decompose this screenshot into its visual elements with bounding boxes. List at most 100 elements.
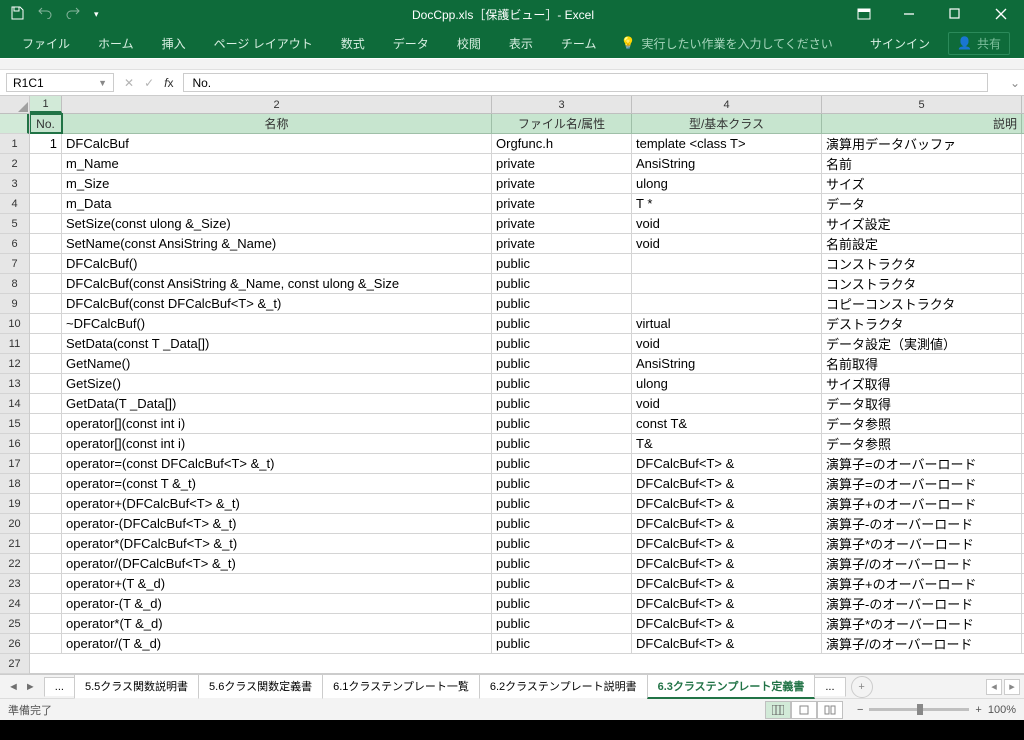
cell[interactable] bbox=[30, 514, 62, 533]
row-header[interactable]: 10 bbox=[0, 314, 29, 334]
cell[interactable]: DFCalcBuf(const AnsiString &_Name, const… bbox=[62, 274, 492, 293]
cell[interactable] bbox=[30, 574, 62, 593]
row-header[interactable]: 12 bbox=[0, 354, 29, 374]
sheet-tab-overflow-right[interactable]: ... bbox=[814, 677, 845, 697]
name-box[interactable]: R1C1 ▼ bbox=[6, 73, 114, 92]
cell[interactable]: GetName() bbox=[62, 354, 492, 373]
undo-icon[interactable] bbox=[38, 7, 52, 22]
cell[interactable] bbox=[632, 254, 822, 273]
cell[interactable]: m_Size bbox=[62, 174, 492, 193]
cell[interactable]: データ参照 bbox=[822, 414, 1022, 433]
tab-file[interactable]: ファイル bbox=[8, 28, 84, 58]
cell-header-type[interactable]: 型/基本クラス bbox=[632, 114, 822, 133]
expand-formula-icon[interactable]: ⌄ bbox=[1006, 70, 1024, 95]
row-header[interactable]: 7 bbox=[0, 254, 29, 274]
cell[interactable]: operator[](const int i) bbox=[62, 414, 492, 433]
cell[interactable] bbox=[30, 234, 62, 253]
formula-input[interactable]: No. bbox=[183, 73, 988, 92]
add-sheet-button[interactable]: + bbox=[851, 676, 873, 698]
tab-pagelayout[interactable]: ページ レイアウト bbox=[200, 28, 327, 58]
column-header[interactable]: 4 bbox=[632, 96, 822, 113]
cell[interactable] bbox=[30, 294, 62, 313]
cell[interactable]: データ bbox=[822, 194, 1022, 213]
cell[interactable]: 名前取得 bbox=[822, 354, 1022, 373]
cell[interactable] bbox=[30, 454, 62, 473]
fx-icon[interactable]: fx bbox=[164, 76, 173, 90]
cell[interactable]: public bbox=[492, 594, 632, 613]
cell[interactable]: public bbox=[492, 634, 632, 653]
row-header[interactable]: 27 bbox=[0, 654, 29, 674]
cell[interactable]: デストラクタ bbox=[822, 314, 1022, 333]
tell-me[interactable]: 💡 実行したい作業を入力してください bbox=[610, 35, 832, 52]
cell[interactable]: 名前 bbox=[822, 154, 1022, 173]
cell[interactable]: operator+(T &_d) bbox=[62, 574, 492, 593]
tab-team[interactable]: チーム bbox=[547, 28, 611, 58]
column-header[interactable]: 2 bbox=[62, 96, 492, 113]
cell[interactable]: DFCalcBuf<T> & bbox=[632, 594, 822, 613]
cell[interactable]: operator=(const DFCalcBuf<T> &_t) bbox=[62, 454, 492, 473]
cell[interactable]: public bbox=[492, 334, 632, 353]
cell[interactable]: 演算子/のオーバーロード bbox=[822, 554, 1022, 573]
cell[interactable] bbox=[30, 174, 62, 193]
cell[interactable]: AnsiString bbox=[632, 154, 822, 173]
cell[interactable]: void bbox=[632, 334, 822, 353]
cell[interactable]: SetData(const T _Data[]) bbox=[62, 334, 492, 353]
cell[interactable] bbox=[632, 274, 822, 293]
cell[interactable]: DFCalcBuf<T> & bbox=[632, 474, 822, 493]
share-button[interactable]: 👤 共有 bbox=[948, 32, 1010, 55]
cell[interactable]: public bbox=[492, 394, 632, 413]
cell[interactable]: public bbox=[492, 454, 632, 473]
cell[interactable] bbox=[30, 354, 62, 373]
cell[interactable]: コンストラクタ bbox=[822, 274, 1022, 293]
cell[interactable]: operator*(DFCalcBuf<T> &_t) bbox=[62, 534, 492, 553]
cell[interactable] bbox=[30, 394, 62, 413]
cell[interactable]: T * bbox=[632, 194, 822, 213]
cell[interactable]: 演算用データバッファ bbox=[822, 134, 1022, 153]
cell[interactable] bbox=[30, 214, 62, 233]
hscroll-right-icon[interactable]: ▸ bbox=[1004, 679, 1020, 695]
row-header[interactable]: 11 bbox=[0, 334, 29, 354]
cell[interactable]: 演算子-のオーバーロード bbox=[822, 514, 1022, 533]
hscroll-left-icon[interactable]: ◂ bbox=[986, 679, 1002, 695]
cell[interactable] bbox=[30, 474, 62, 493]
signin-link[interactable]: サインイン bbox=[870, 35, 930, 52]
row-header[interactable]: 13 bbox=[0, 374, 29, 394]
cell[interactable]: DFCalcBuf() bbox=[62, 254, 492, 273]
redo-icon[interactable] bbox=[66, 7, 80, 22]
cell[interactable]: SetSize(const ulong &_Size) bbox=[62, 214, 492, 233]
cell[interactable]: operator+(DFCalcBuf<T> &_t) bbox=[62, 494, 492, 513]
tab-scroll-left-icon[interactable]: ◄ bbox=[8, 681, 19, 693]
row-header[interactable]: 22 bbox=[0, 554, 29, 574]
cell[interactable]: 演算子/のオーバーロード bbox=[822, 634, 1022, 653]
minimize-button[interactable] bbox=[886, 0, 932, 28]
cell[interactable]: サイズ設定 bbox=[822, 214, 1022, 233]
cell[interactable]: operator[](const int i) bbox=[62, 434, 492, 453]
cell[interactable]: public bbox=[492, 434, 632, 453]
cell[interactable]: private bbox=[492, 214, 632, 233]
tab-scroll-right-icon[interactable]: ► bbox=[25, 681, 36, 693]
view-pagebreak-icon[interactable] bbox=[817, 701, 843, 719]
row-header[interactable]: 15 bbox=[0, 414, 29, 434]
cell[interactable]: DFCalcBuf<T> & bbox=[632, 554, 822, 573]
cell[interactable]: AnsiString bbox=[632, 354, 822, 373]
cell[interactable]: コンストラクタ bbox=[822, 254, 1022, 273]
cell-header-no[interactable]: No. bbox=[30, 114, 62, 133]
row-header[interactable]: 24 bbox=[0, 594, 29, 614]
cell[interactable]: private bbox=[492, 194, 632, 213]
close-button[interactable] bbox=[978, 0, 1024, 28]
cell[interactable]: DFCalcBuf<T> & bbox=[632, 574, 822, 593]
row-header[interactable]: 1 bbox=[0, 134, 29, 154]
cell[interactable]: public bbox=[492, 574, 632, 593]
sheet-tab[interactable]: 5.5クラス関数説明書 bbox=[74, 674, 199, 699]
row-header[interactable]: 8 bbox=[0, 274, 29, 294]
sheet-tab[interactable]: 6.1クラステンプレート一覧 bbox=[322, 674, 480, 699]
cell[interactable]: GetSize() bbox=[62, 374, 492, 393]
cell[interactable]: template <class T> bbox=[632, 134, 822, 153]
cell[interactable]: operator/(DFCalcBuf<T> &_t) bbox=[62, 554, 492, 573]
cell[interactable]: public bbox=[492, 554, 632, 573]
row-header[interactable]: 17 bbox=[0, 454, 29, 474]
cell[interactable] bbox=[30, 594, 62, 613]
cell[interactable]: 演算子=のオーバーロード bbox=[822, 474, 1022, 493]
zoom-slider[interactable] bbox=[869, 708, 969, 711]
ribbon-display-icon[interactable] bbox=[846, 8, 882, 20]
